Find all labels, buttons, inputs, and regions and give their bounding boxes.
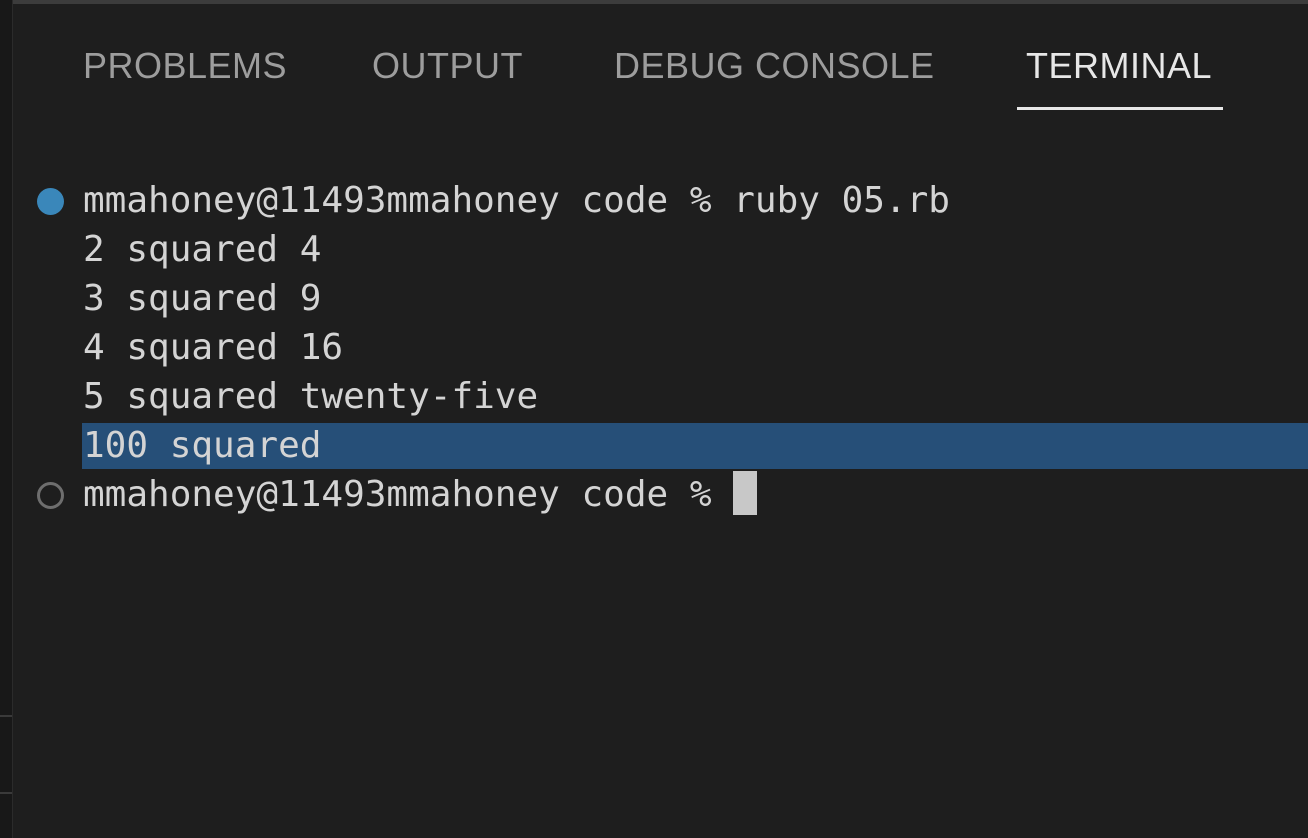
terminal-line: 3 squared 9 (0, 274, 1308, 323)
terminal-line-selected: 100 squared (0, 421, 1308, 470)
command-success-decoration-icon[interactable] (37, 188, 64, 215)
tab-terminal[interactable]: TERMINAL (1026, 44, 1212, 88)
terminal-line: 5 squared twenty-five (0, 372, 1308, 421)
terminal-line-text: 5 squared twenty-five (83, 376, 539, 417)
terminal-line: 4 squared 16 (0, 323, 1308, 372)
terminal-prompt: mmahoney@11493mmahoney code % (83, 470, 758, 519)
sidebar-divider (0, 792, 12, 794)
sidebar-divider (0, 715, 12, 717)
terminal-prompt-text: mmahoney@11493mmahoney code % (83, 474, 734, 515)
tab-problems[interactable]: PROBLEMS (83, 44, 287, 88)
terminal-line: mmahoney@11493mmahoney code % ruby 05.rb (0, 176, 1308, 225)
command-pending-decoration-icon[interactable] (37, 482, 64, 509)
terminal-line-text: mmahoney@11493mmahoney code % ruby 05.rb (83, 180, 950, 221)
tab-debug-console[interactable]: DEBUG CONSOLE (614, 44, 935, 88)
terminal-line-text: 3 squared 9 (83, 278, 322, 319)
terminal-prompt-line: mmahoney@11493mmahoney code % (0, 470, 1308, 519)
terminal-line-text: 4 squared 16 (83, 327, 344, 368)
terminal-line: 2 squared 4 (0, 225, 1308, 274)
terminal-line-text: 100 squared (83, 425, 322, 466)
terminal-output[interactable]: mmahoney@11493mmahoney code % ruby 05.rb… (0, 176, 1308, 519)
terminal-cursor (733, 471, 758, 515)
panel-tabs: PROBLEMS OUTPUT DEBUG CONSOLE TERMINAL (0, 0, 1308, 112)
terminal-line-text: 2 squared 4 (83, 229, 322, 270)
terminal-panel: PROBLEMS OUTPUT DEBUG CONSOLE TERMINAL m… (0, 0, 1308, 838)
tab-output[interactable]: OUTPUT (372, 44, 523, 88)
active-tab-indicator (1017, 107, 1223, 110)
